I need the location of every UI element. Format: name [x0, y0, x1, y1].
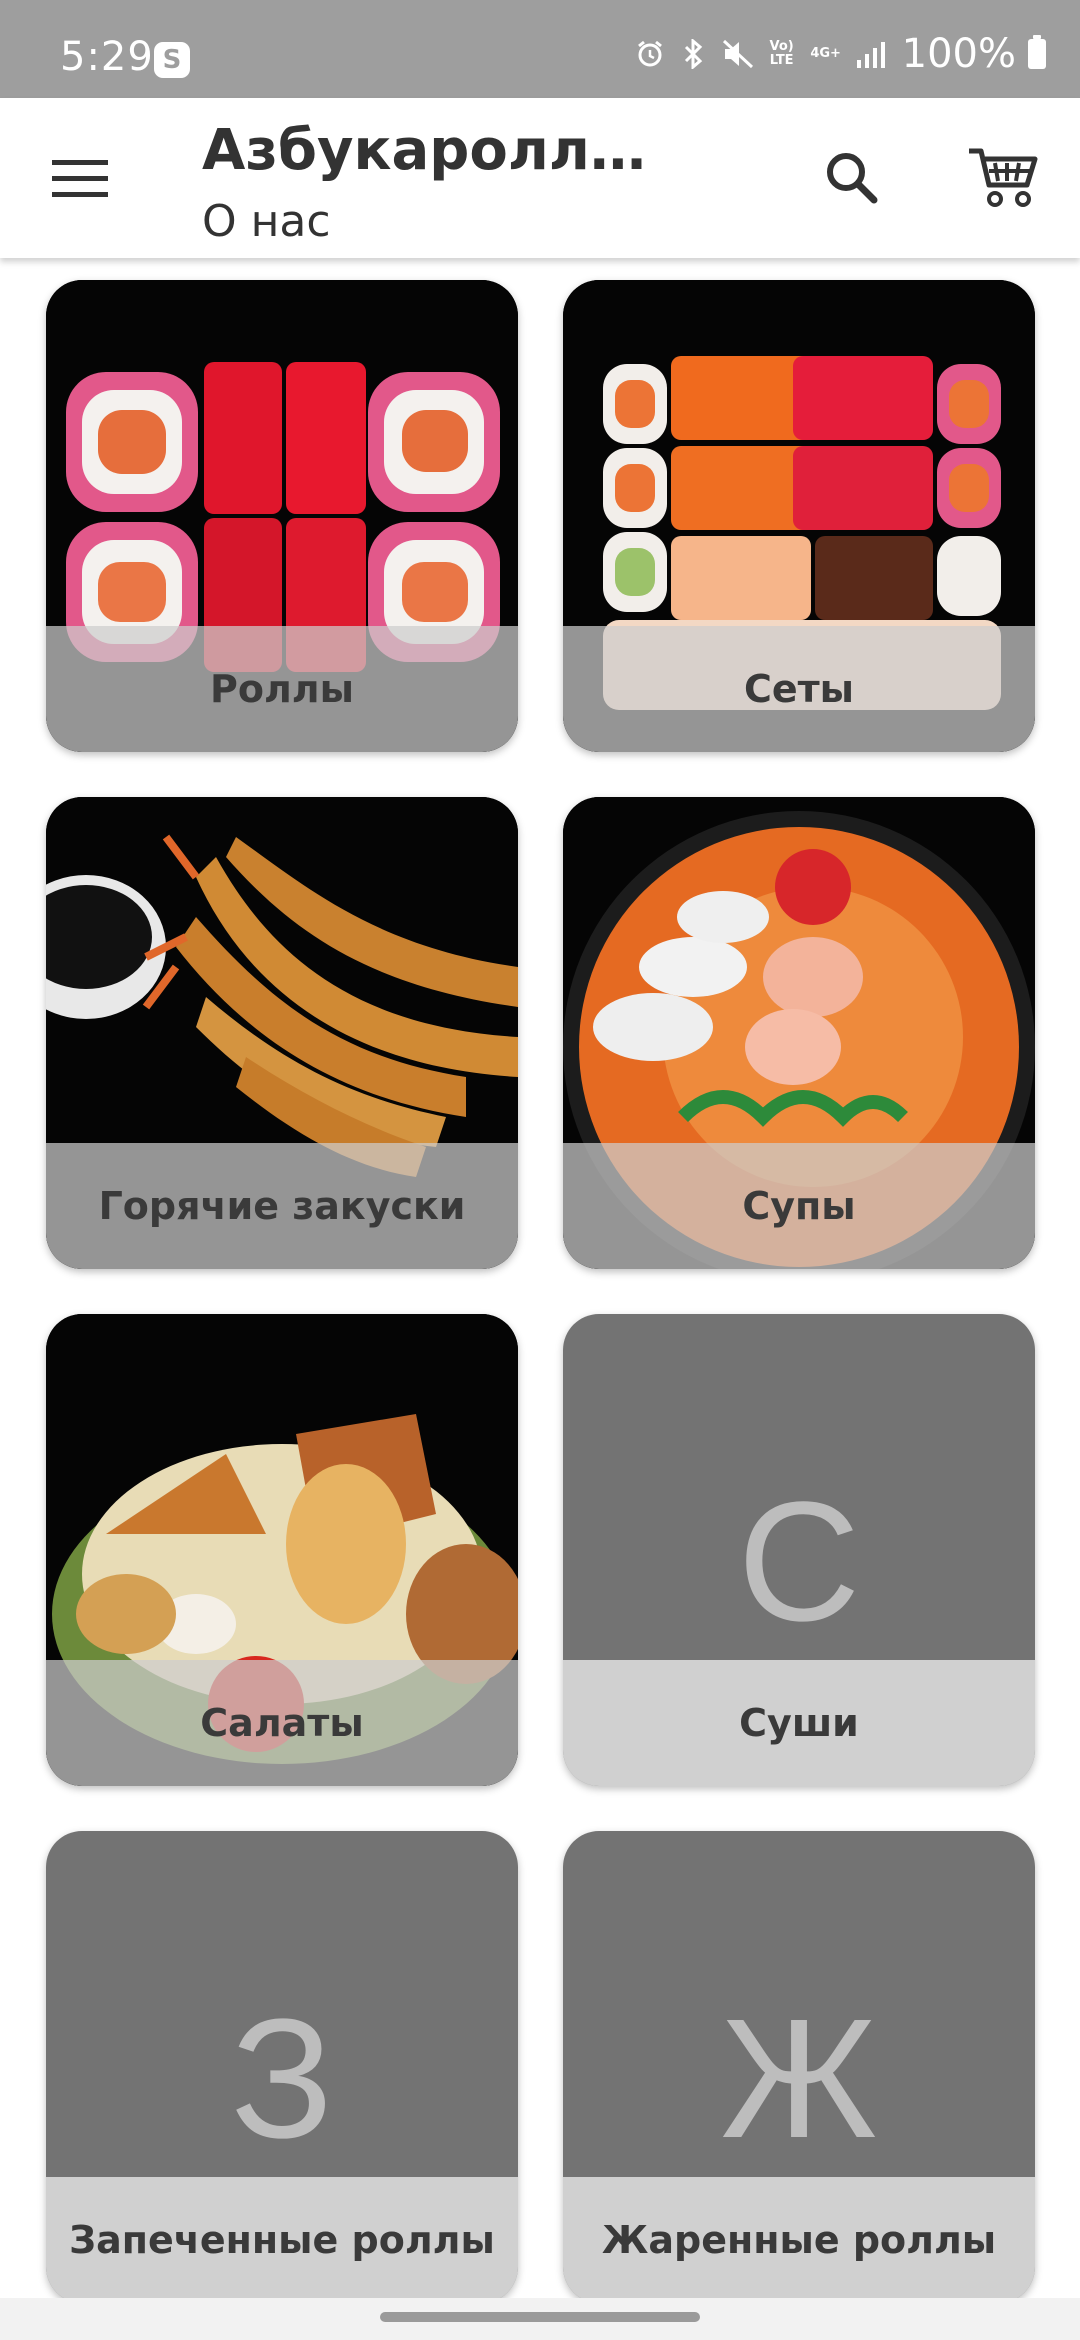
- category-tile-soups[interactable]: Супы: [563, 797, 1035, 1269]
- category-label: Жаренные роллы: [563, 2177, 1035, 2298]
- app-title: Азбукароллов…: [202, 118, 682, 183]
- category-tile-salads[interactable]: Салаты: [46, 1314, 518, 1786]
- status-icons: Vo) LTE 4G+ 100%: [634, 30, 1046, 78]
- category-grid: Роллы Сеты Горячие закуски Супы Салаты С…: [0, 258, 1080, 2298]
- category-label: Супы: [563, 1143, 1035, 1269]
- home-gesture-handle[interactable]: [380, 2312, 700, 2322]
- category-tile-baked-rolls[interactable]: З Запеченные роллы: [46, 1831, 518, 2298]
- status-bar: 5:29 S Vo) LTE 4G+ 100%: [0, 0, 1080, 98]
- status-time: 5:29: [60, 34, 154, 80]
- bluetooth-icon: [678, 38, 710, 70]
- signal-icon: [854, 38, 886, 70]
- alarm-icon: [634, 38, 666, 70]
- category-label: Сеты: [563, 626, 1035, 752]
- network-type-icon: 4G+: [810, 46, 841, 61]
- search-icon: [827, 153, 878, 204]
- category-tile-sushi[interactable]: С Суши: [563, 1314, 1035, 1786]
- category-tile-sets[interactable]: Сеты: [563, 280, 1035, 752]
- app-subtitle[interactable]: О нас: [202, 196, 331, 247]
- category-tile-rolls[interactable]: Роллы: [46, 280, 518, 752]
- category-label: Салаты: [46, 1660, 518, 1786]
- volte-icon: Vo) LTE: [769, 39, 794, 68]
- navigation-bar: [0, 2298, 1080, 2340]
- battery-icon: [1028, 35, 1046, 69]
- category-label: Суши: [563, 1660, 1035, 1786]
- battery-percent: 100%: [901, 31, 1016, 77]
- tile-letter-placeholder: З: [230, 1984, 334, 2174]
- app-bar: Азбукароллов… О нас: [0, 98, 1080, 258]
- mute-icon: [722, 38, 754, 70]
- category-tile-hot-appetizers[interactable]: Горячие закуски: [46, 797, 518, 1269]
- category-label: Запеченные роллы: [46, 2177, 518, 2298]
- category-tile-fried-rolls[interactable]: Ж Жаренные роллы: [563, 1831, 1035, 2298]
- category-label: Роллы: [46, 626, 518, 752]
- tile-letter-placeholder: Ж: [720, 1984, 878, 2174]
- cart-button[interactable]: [958, 132, 1048, 222]
- tile-letter-placeholder: С: [737, 1467, 861, 1657]
- menu-button[interactable]: [40, 138, 120, 218]
- skype-notification-icon: S: [154, 42, 190, 78]
- shopping-cart-icon: [969, 148, 1038, 207]
- category-label: Горячие закуски: [46, 1143, 518, 1269]
- hamburger-menu-icon: [52, 160, 108, 197]
- search-button[interactable]: [812, 138, 892, 218]
